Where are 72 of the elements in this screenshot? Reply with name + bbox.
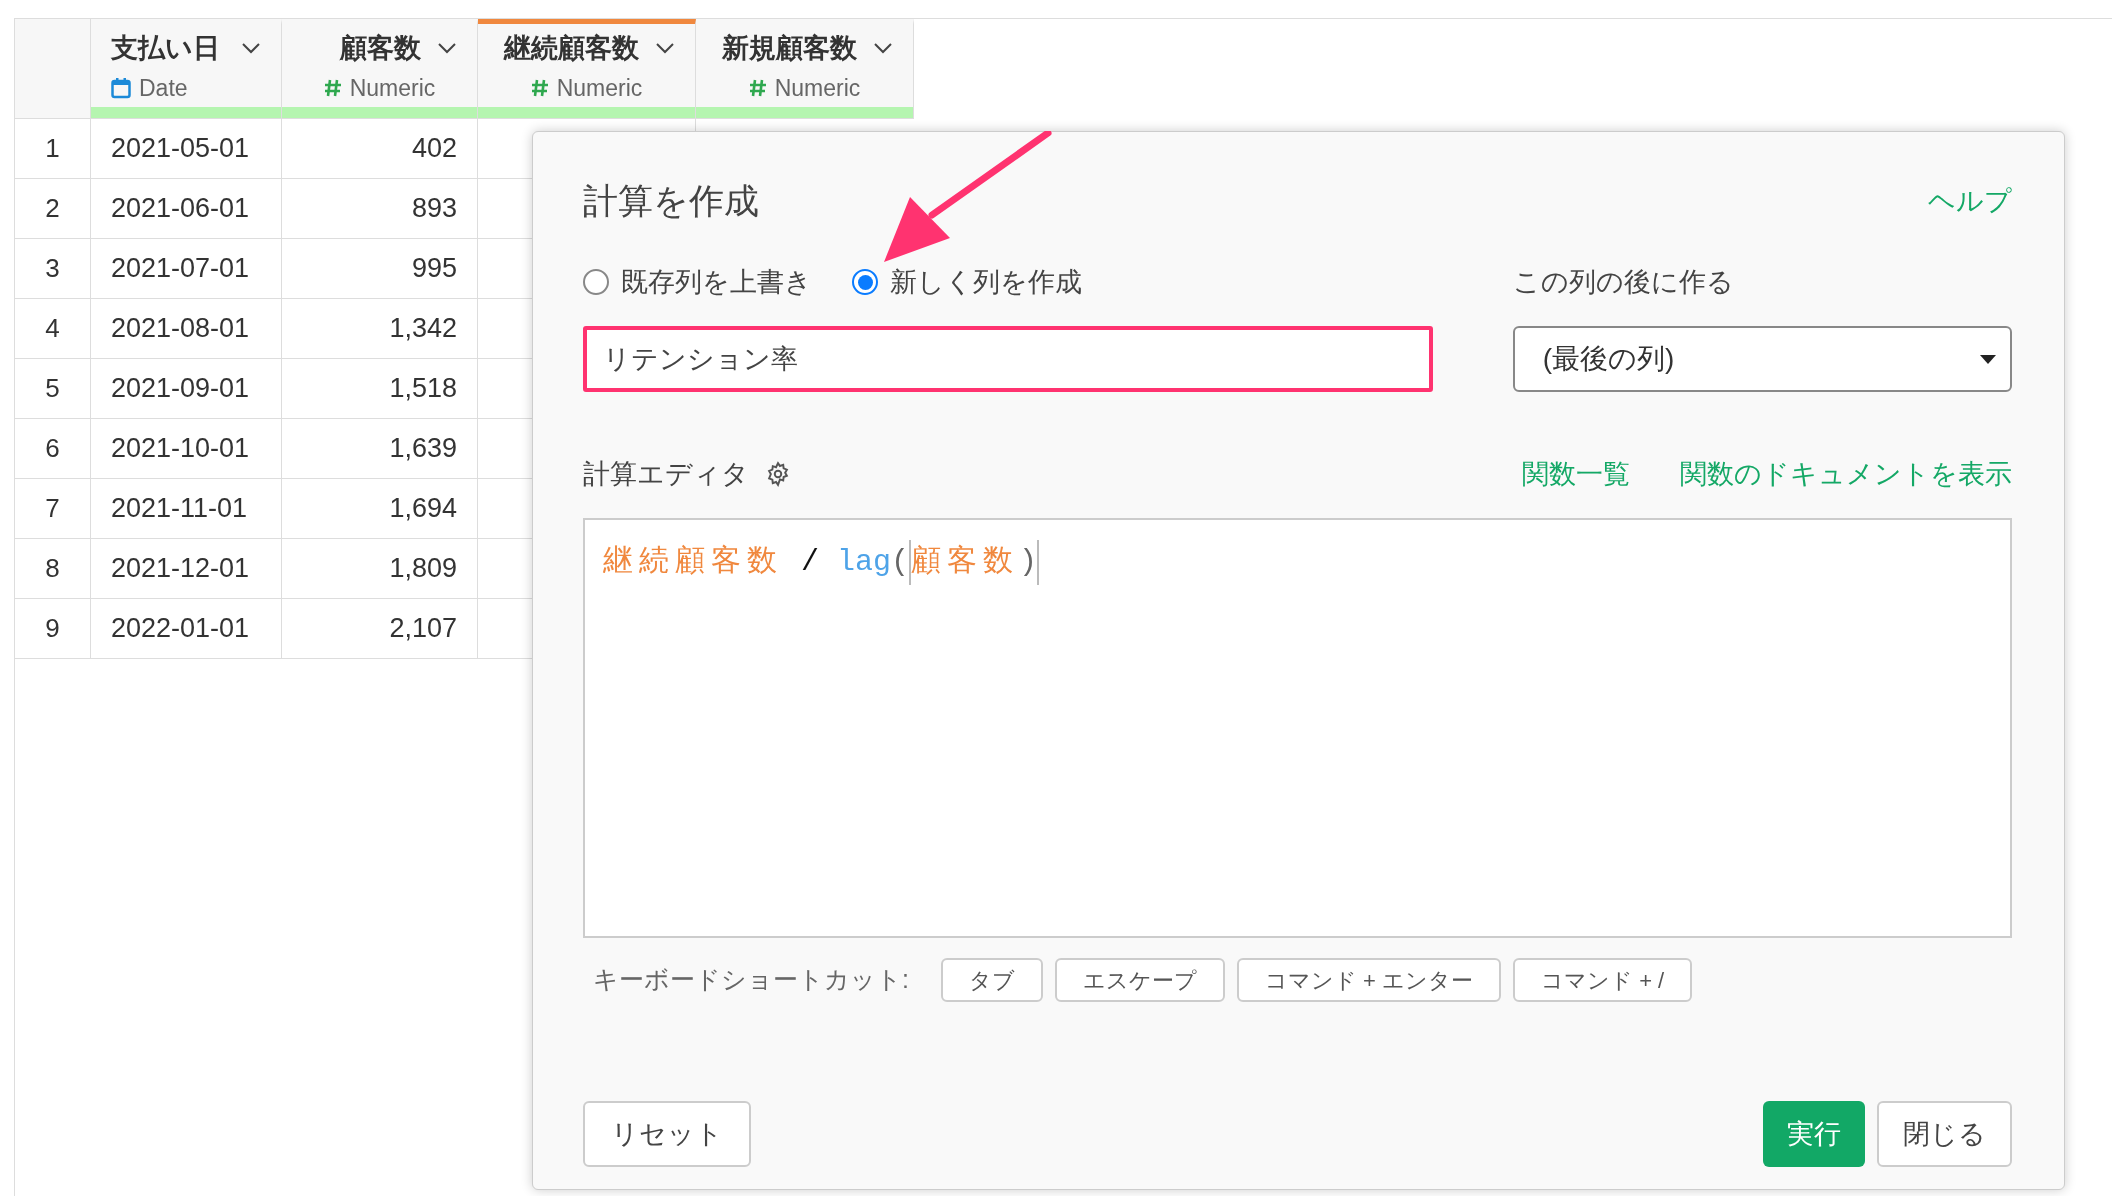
table-cell: 1,639	[282, 419, 478, 479]
column-header[interactable]: 支払い日 Date	[91, 19, 282, 119]
chevron-down-icon[interactable]	[241, 42, 261, 55]
column-header[interactable]: 継続顧客数 Numeric	[478, 19, 696, 119]
insert-after-label: この列の後に作る	[1512, 265, 1735, 299]
row-number: 4	[15, 299, 91, 359]
table-cell: 2021-09-01	[91, 359, 282, 419]
radio-button[interactable]	[852, 269, 878, 295]
column-type: Date	[139, 73, 188, 103]
code-token: lag	[837, 544, 892, 581]
chevron-down-icon[interactable]	[437, 42, 457, 55]
table-cell: 2021-06-01	[91, 179, 282, 239]
table-cell: 995	[282, 239, 478, 299]
table-cell: 2022-01-01	[91, 599, 282, 659]
hash-icon	[748, 77, 767, 98]
hash-icon	[530, 77, 549, 98]
radio-button[interactable]	[583, 269, 609, 295]
table-cell: 2021-12-01	[91, 539, 282, 599]
shortcuts-label: キーボードショートカット:	[593, 964, 909, 996]
table-cell: 1,809	[282, 539, 478, 599]
shortcut-key: コマンド + エンター	[1236, 958, 1502, 1002]
column-type: Numeric	[774, 73, 861, 103]
code-editor[interactable]: 継続顧客数 / lag(顧客数)	[583, 518, 2012, 938]
shortcut-key: コマンド + /	[1513, 958, 1693, 1002]
table-cell: 2,107	[282, 599, 478, 659]
column-name: 顧客数	[340, 32, 421, 65]
row-number: 3	[15, 239, 91, 299]
table-cell: 893	[282, 179, 478, 239]
reset-button[interactable]: リセット	[583, 1101, 751, 1167]
row-number: 2	[15, 179, 91, 239]
table-cell: 2021-05-01	[91, 119, 282, 179]
shortcut-key: エスケープ	[1054, 958, 1225, 1002]
table-cell: 2021-08-01	[91, 299, 282, 359]
row-number: 7	[15, 479, 91, 539]
column-name: 継続顧客数	[504, 32, 639, 65]
table-cell: 402	[282, 119, 478, 179]
radio-option[interactable]: 新しく列を作成	[852, 261, 1082, 303]
close-button[interactable]: 閉じる	[1877, 1101, 2012, 1167]
table-cell: 2021-07-01	[91, 239, 282, 299]
code-token: 顧客数	[911, 543, 1020, 581]
settings-icon[interactable]	[765, 461, 791, 487]
column-type: Numeric	[556, 73, 643, 103]
table-cell: 1,342	[282, 299, 478, 359]
table-cell: 2021-11-01	[91, 479, 282, 539]
row-number: 8	[15, 539, 91, 599]
column-name: 新規顧客数	[722, 32, 857, 65]
column-type: Numeric	[349, 73, 436, 103]
table-cell: 1,694	[282, 479, 478, 539]
code-token: /	[800, 544, 820, 581]
radio-option[interactable]: 既存列を上書き	[583, 261, 812, 303]
row-number: 9	[15, 599, 91, 659]
shortcut-key: タブ	[940, 958, 1043, 1002]
column-name: 支払い日	[111, 32, 220, 65]
dialog-title: 計算を作成	[583, 179, 759, 222]
dropdown-caret-icon	[1980, 354, 1996, 364]
chevron-down-icon[interactable]	[655, 42, 675, 55]
code-token: 継続顧客数	[603, 543, 783, 581]
table-cell: 1,518	[282, 359, 478, 419]
column-header[interactable]: 顧客数 Numeric	[282, 19, 478, 119]
column-name-field[interactable]: リテンション率	[583, 326, 1433, 392]
editor-label: 計算エディタ	[583, 457, 749, 491]
code-token: )	[1019, 540, 1040, 585]
code-token: (	[891, 540, 912, 585]
row-number: 6	[15, 419, 91, 479]
row-number: 1	[15, 119, 91, 179]
table-cell: 2021-10-01	[91, 419, 282, 479]
hash-icon	[323, 77, 342, 98]
calendar-icon	[111, 76, 131, 99]
insert-after-select[interactable]: (最後の列)	[1512, 326, 2012, 392]
row-number: 5	[15, 359, 91, 419]
chevron-down-icon[interactable]	[873, 42, 893, 55]
column-header[interactable]: 新規顧客数 Numeric	[696, 19, 914, 119]
